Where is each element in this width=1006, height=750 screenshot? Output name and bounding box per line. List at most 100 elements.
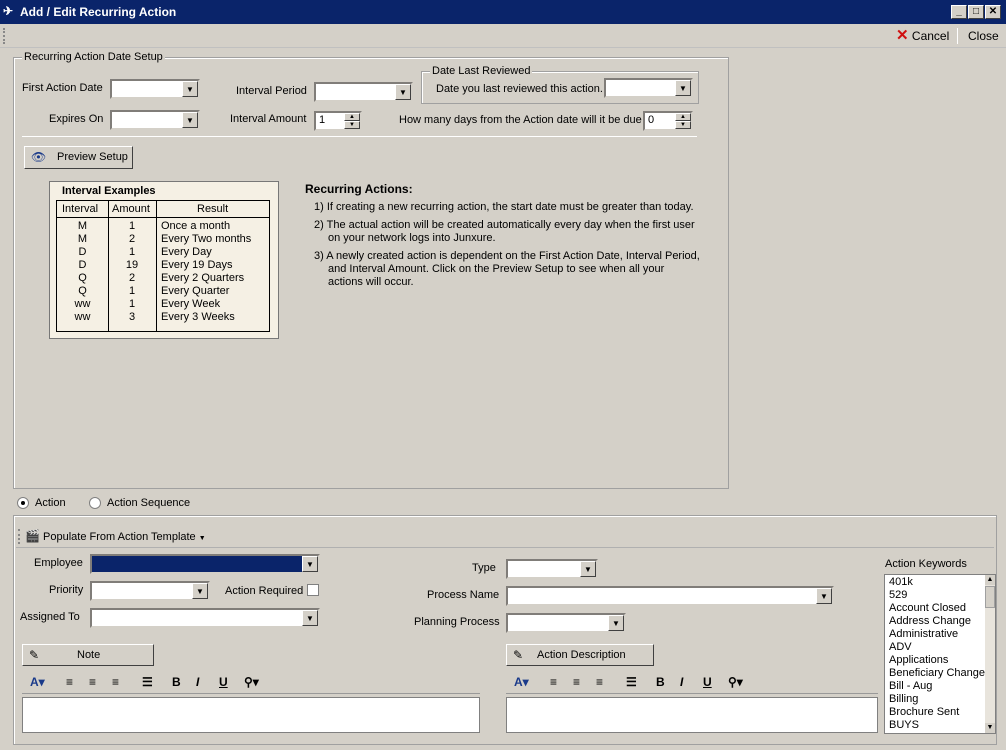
toolbar-grip[interactable] xyxy=(3,28,6,44)
title-bar: ✈ Add / Edit Recurring Action _ □ ✕ xyxy=(0,0,1006,24)
note-button[interactable]: ✎ Note xyxy=(22,644,154,666)
spin-up-icon[interactable]: ▲ xyxy=(675,113,691,121)
interval-amount-stepper[interactable]: 1 ▲ ▼ xyxy=(314,111,362,131)
dropdown-arrow-icon[interactable]: ▼ xyxy=(816,588,832,604)
spin-up-icon[interactable]: ▲ xyxy=(344,113,360,121)
table-cell-interval: Q xyxy=(78,272,87,284)
cancel-label: Cancel xyxy=(911,29,950,43)
keyword-list-item[interactable]: Bill - Aug xyxy=(889,680,932,692)
dropdown-arrow-icon[interactable]: ▼ xyxy=(302,556,318,572)
keyword-list-item[interactable]: Billing xyxy=(889,693,918,705)
align-center-icon[interactable]: ≡ xyxy=(89,675,96,689)
font-color-icon[interactable]: A▾ xyxy=(514,675,529,689)
note-edit-icon: ✎ xyxy=(29,648,40,662)
note-line: and Interval Amount. Click on the Previe… xyxy=(328,263,665,275)
align-center-icon[interactable]: ≡ xyxy=(573,675,580,689)
scroll-thumb[interactable] xyxy=(985,586,995,608)
top-toolbar: ✕ Cancel Close xyxy=(0,24,1006,48)
keyword-list-item[interactable]: Applications xyxy=(889,654,948,666)
dropdown-arrow-icon[interactable]: ▼ xyxy=(302,610,318,626)
interval-examples-table: Interval Amount Result M 1 Once a month M 2 E… xyxy=(56,200,270,332)
app-icon: ✈ xyxy=(3,4,14,18)
keyword-list-item[interactable]: 401k xyxy=(889,576,913,588)
maximize-icon[interactable]: □ xyxy=(968,5,984,19)
table-cell-result: Every Week xyxy=(161,298,221,310)
bullet-list-icon[interactable]: ☰ xyxy=(142,675,153,689)
close-button[interactable]: Close xyxy=(964,27,1003,45)
date-last-reviewed-picker[interactable]: ▼ xyxy=(604,78,693,98)
planning-process-label: Planning Process xyxy=(414,616,500,628)
employee-select[interactable]: ▼ xyxy=(90,554,320,574)
font-color-icon[interactable]: A▾ xyxy=(30,675,45,689)
keywords-scrollbar[interactable]: ▲ ▼ xyxy=(985,575,995,733)
find-icon[interactable]: ⚲▾ xyxy=(244,675,259,689)
description-edit-icon: ✎ xyxy=(513,648,524,662)
action-description-button[interactable]: ✎ Action Description xyxy=(506,644,654,666)
keyword-list-item[interactable]: Account Closed xyxy=(889,602,966,614)
minimize-icon[interactable]: _ xyxy=(951,5,967,19)
note-editor[interactable] xyxy=(22,697,480,733)
italic-icon[interactable]: I xyxy=(196,675,199,689)
planning-process-select[interactable]: ▼ xyxy=(506,613,626,633)
dropdown-arrow-icon[interactable]: ▼ xyxy=(192,583,208,599)
keyword-list-item[interactable]: BUYS xyxy=(889,719,919,731)
due-days-stepper[interactable]: 0 ▲ ▼ xyxy=(643,111,693,131)
italic-icon[interactable]: I xyxy=(680,675,683,689)
action-required-checkbox[interactable] xyxy=(307,584,319,596)
interval-amount-value: 1 xyxy=(319,114,326,126)
action-keywords-list[interactable]: 401k 529 Account Closed Address Change Admin… xyxy=(884,574,996,734)
first-action-date-label: First Action Date xyxy=(22,82,103,94)
dropdown-arrow-icon[interactable]: ▼ xyxy=(182,81,198,97)
first-action-date-picker[interactable]: ▼ xyxy=(110,79,200,99)
align-left-icon[interactable]: ≡ xyxy=(550,675,557,689)
note-line: on your network logs into Junxure. xyxy=(328,232,496,244)
interval-period-select[interactable]: ▼ xyxy=(314,82,413,102)
priority-select[interactable]: ▼ xyxy=(90,581,210,601)
align-left-icon[interactable]: ≡ xyxy=(66,675,73,689)
keyword-list-item[interactable]: Brochure Sent xyxy=(889,706,959,718)
close-window-icon[interactable]: ✕ xyxy=(985,5,1001,19)
dropdown-arrow-icon[interactable]: ▼ xyxy=(182,112,198,128)
cancel-button[interactable]: ✕ Cancel xyxy=(892,27,953,45)
spin-down-icon[interactable]: ▼ xyxy=(344,121,360,129)
table-header-rule xyxy=(57,217,269,218)
keyword-list-item[interactable]: Address Change xyxy=(889,615,971,627)
due-days-label: How many days from the Action date will … xyxy=(399,114,642,126)
align-right-icon[interactable]: ≡ xyxy=(112,675,119,689)
table-cell-amount: 2 xyxy=(128,272,136,284)
bullet-list-icon[interactable]: ☰ xyxy=(626,675,637,689)
keyword-list-item[interactable]: Beneficiary Change xyxy=(889,667,985,679)
dropdown-arrow-icon[interactable]: ▼ xyxy=(608,615,624,631)
assigned-to-select[interactable]: ▼ xyxy=(90,608,320,628)
underline-icon[interactable]: U xyxy=(219,675,228,689)
preview-setup-button[interactable]: 👁 Preview Setup xyxy=(24,146,133,169)
process-name-select[interactable]: ▼ xyxy=(506,586,834,606)
action-radio[interactable] xyxy=(17,497,29,509)
align-right-icon[interactable]: ≡ xyxy=(596,675,603,689)
type-select[interactable]: ▼ xyxy=(506,559,598,579)
table-cell-amount: 1 xyxy=(128,246,136,258)
keyword-list-item[interactable]: 529 xyxy=(889,589,907,601)
dropdown-arrow-icon[interactable]: ▼ xyxy=(395,84,411,100)
expires-on-picker[interactable]: ▼ xyxy=(110,110,200,130)
table-col-rule xyxy=(156,201,157,331)
bold-icon[interactable]: B xyxy=(172,675,181,689)
expires-on-label: Expires On xyxy=(49,113,104,125)
interval-examples-panel: Interval Examples Interval Amount Result… xyxy=(49,181,279,339)
keyword-list-item[interactable]: Administrative xyxy=(889,628,958,640)
keyword-list-item[interactable]: ADV xyxy=(889,641,912,653)
bold-icon[interactable]: B xyxy=(656,675,665,689)
spin-down-icon[interactable]: ▼ xyxy=(675,121,691,129)
action-required-label: Action Required xyxy=(225,585,304,597)
table-header-interval: Interval xyxy=(62,203,99,215)
action-description-editor[interactable] xyxy=(506,697,878,733)
dropdown-arrow-icon[interactable]: ▼ xyxy=(675,80,691,96)
find-icon[interactable]: ⚲▾ xyxy=(728,675,743,689)
action-sequence-radio[interactable] xyxy=(89,497,101,509)
underline-icon[interactable]: U xyxy=(703,675,712,689)
dropdown-arrow-icon[interactable]: ▼ xyxy=(580,561,596,577)
toolbar-grip[interactable] xyxy=(18,529,21,544)
populate-template-button[interactable]: 🎬 Populate From Action Template ▼ xyxy=(25,529,206,543)
scroll-down-icon[interactable]: ▼ xyxy=(985,723,995,733)
scroll-up-icon[interactable]: ▲ xyxy=(985,575,995,585)
